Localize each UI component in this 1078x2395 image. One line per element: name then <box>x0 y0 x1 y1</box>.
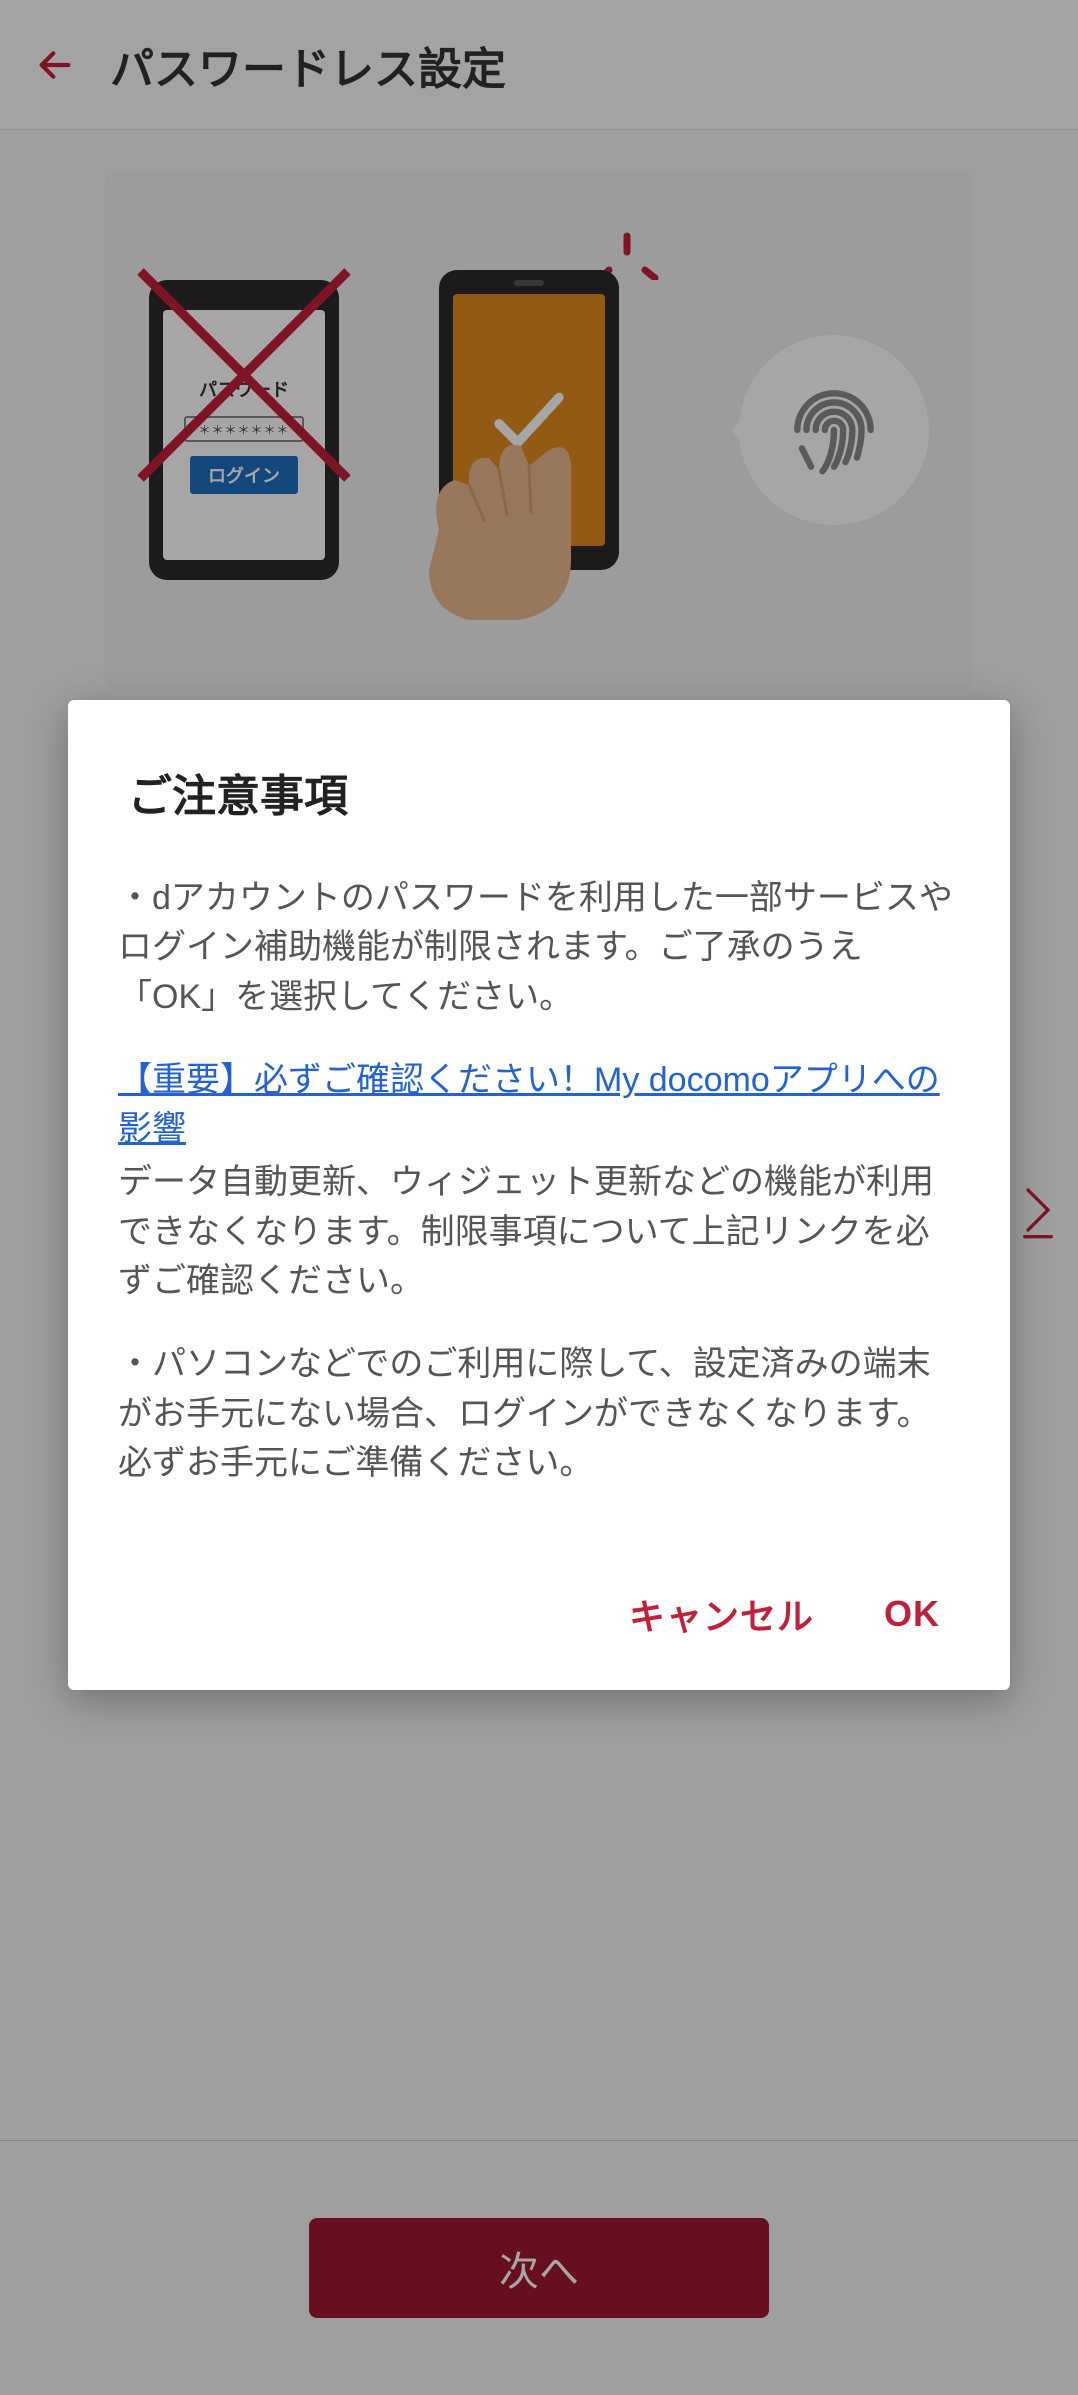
notice-dialog: ご注意事項 ・dアカウントのパスワードを利用した一部サービスやログイン補助機能が… <box>68 700 1010 1690</box>
dialog-title: ご注意事項 <box>118 760 960 824</box>
dialog-paragraph-3: ・パソコンなどでのご利用に際して、設定済みの端末がお手元にない場合、ログインがで… <box>118 1340 960 1488</box>
dialog-paragraph-2: データ自動更新、ウィジェット更新などの機能が利用できなくなります。制限事項につい… <box>118 1158 960 1306</box>
dialog-actions: キャンセル OK <box>118 1588 960 1640</box>
dialog-paragraph-1: ・dアカウントのパスワードを利用した一部サービスやログイン補助機能が制限されます… <box>118 874 960 1022</box>
dialog-body: ・dアカウントのパスワードを利用した一部サービスやログイン補助機能が制限されます… <box>118 874 960 1488</box>
ok-button[interactable]: OK <box>884 1588 940 1640</box>
dialog-paragraph-link: 【重要】必ずご確認ください！My docomoアプリへの影響 <box>118 1056 960 1155</box>
cancel-button[interactable]: キャンセル <box>629 1588 814 1640</box>
important-notice-link[interactable]: 【重要】必ずご確認ください！My docomoアプリへの影響 <box>118 1061 940 1148</box>
modal-overlay[interactable]: ご注意事項 ・dアカウントのパスワードを利用した一部サービスやログイン補助機能が… <box>0 0 1078 2395</box>
